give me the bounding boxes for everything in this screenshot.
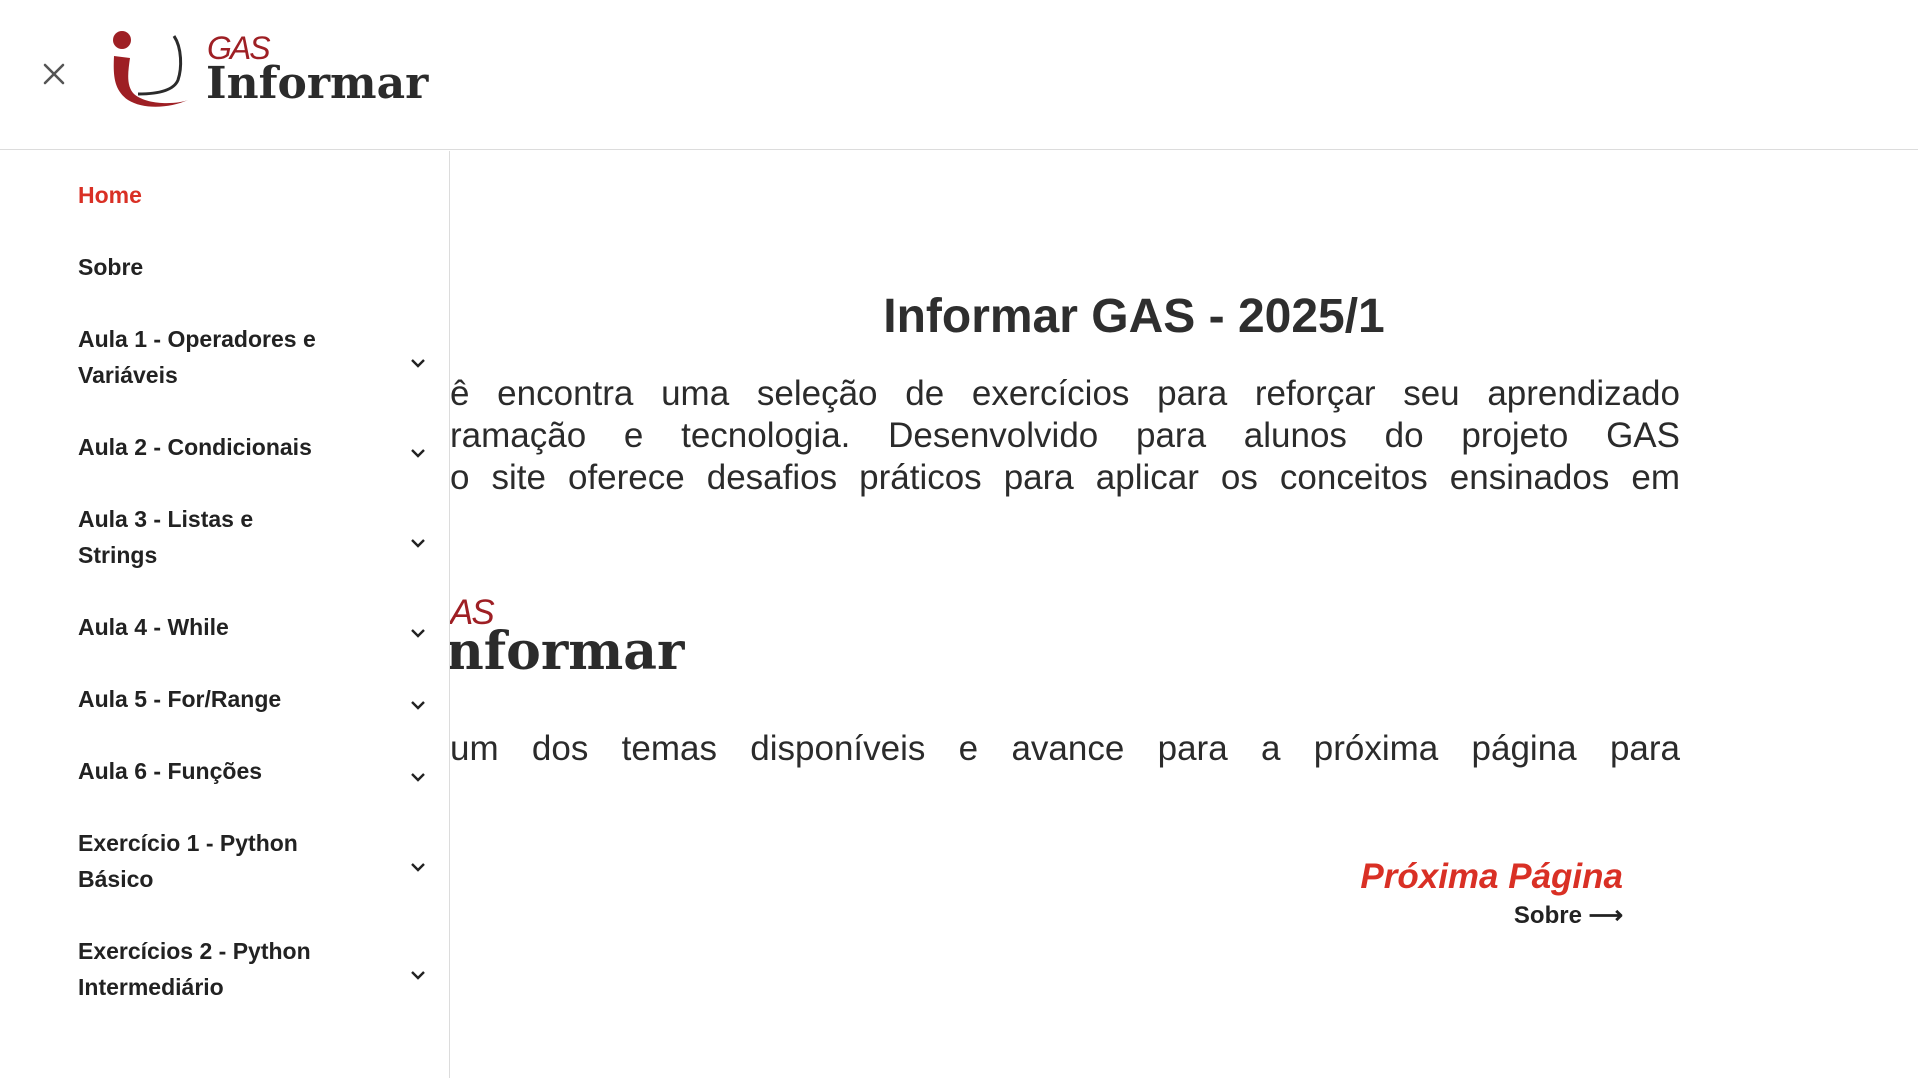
close-menu-button[interactable] (38, 58, 70, 90)
sidebar-item-exercicio-1[interactable]: Exercício 1 - Python Básico (78, 825, 428, 897)
sidebar: Home Sobre Aula 1 - Operadores e Variáve… (0, 151, 450, 1078)
sidebar-item-sobre[interactable]: Sobre (78, 249, 428, 285)
sidebar-item-label: Aula 6 - Funções (78, 758, 263, 784)
chevron-down-icon[interactable] (408, 437, 428, 458)
sidebar-item-aula-4[interactable]: Aula 4 - While (78, 609, 428, 645)
sidebar-item-label: Exercícios 2 - Python Intermediário (78, 938, 311, 1000)
sidebar-item-aula-2[interactable]: Aula 2 - Condicionais (78, 429, 428, 465)
sidebar-item-exercicios-2[interactable]: Exercícios 2 - Python Intermediário (78, 933, 428, 1005)
chevron-down-icon[interactable] (408, 851, 428, 872)
sidebar-item-aula-6[interactable]: Aula 6 - Funções (78, 753, 428, 789)
sidebar-item-label: Aula 4 - While (78, 614, 229, 640)
sidebar-item-label: Exercício 1 - Python Básico (78, 830, 298, 892)
sidebar-item-home[interactable]: Home (78, 177, 428, 213)
main-content: Informar GAS - 2025/1 ê encontra uma sel… (446, 151, 1918, 1078)
next-page-subtitle: Sobre ⟶ (1513, 902, 1623, 929)
sidebar-item-label: Home (78, 182, 142, 208)
sidebar-item-label: Aula 2 - Condicionais (78, 434, 312, 460)
next-page-link[interactable]: Próxima Página Sobre ⟶ (1360, 857, 1623, 930)
sidebar-item-label: Aula 1 - Operadores e Variáveis (78, 326, 316, 388)
chevron-down-icon[interactable] (408, 617, 428, 638)
choose-topic-line: um dos temas disponíveis e avance para a… (450, 729, 1680, 768)
sidebar-item-label: Sobre (78, 254, 144, 280)
page-title: Informar GAS - 2025/1 (883, 290, 1385, 343)
sidebar-item-label: Aula 5 - For/Range (78, 686, 282, 712)
chevron-down-icon[interactable] (408, 959, 428, 980)
content-logo-informar: nformar (446, 621, 685, 682)
chevron-down-icon[interactable] (408, 761, 428, 782)
chevron-down-icon[interactable] (408, 527, 428, 548)
next-page-title: Próxima Página (1360, 857, 1623, 896)
logo-informar-text: Informar (206, 58, 429, 109)
top-bar: GAS Informar (0, 0, 1918, 150)
site-logo[interactable]: GAS Informar (108, 28, 428, 114)
sidebar-item-aula-1[interactable]: Aula 1 - Operadores e Variáveis (78, 321, 428, 393)
sidebar-item-aula-3[interactable]: Aula 3 - Listas e Strings (78, 501, 428, 573)
sidebar-item-aula-5[interactable]: Aula 5 - For/Range (78, 681, 428, 717)
sidebar-item-label: Aula 3 - Listas e Strings (78, 506, 254, 568)
chevron-down-icon[interactable] (408, 689, 428, 710)
chevron-down-icon[interactable] (408, 347, 428, 368)
logo-mark-icon (113, 31, 188, 107)
close-icon (43, 63, 65, 85)
